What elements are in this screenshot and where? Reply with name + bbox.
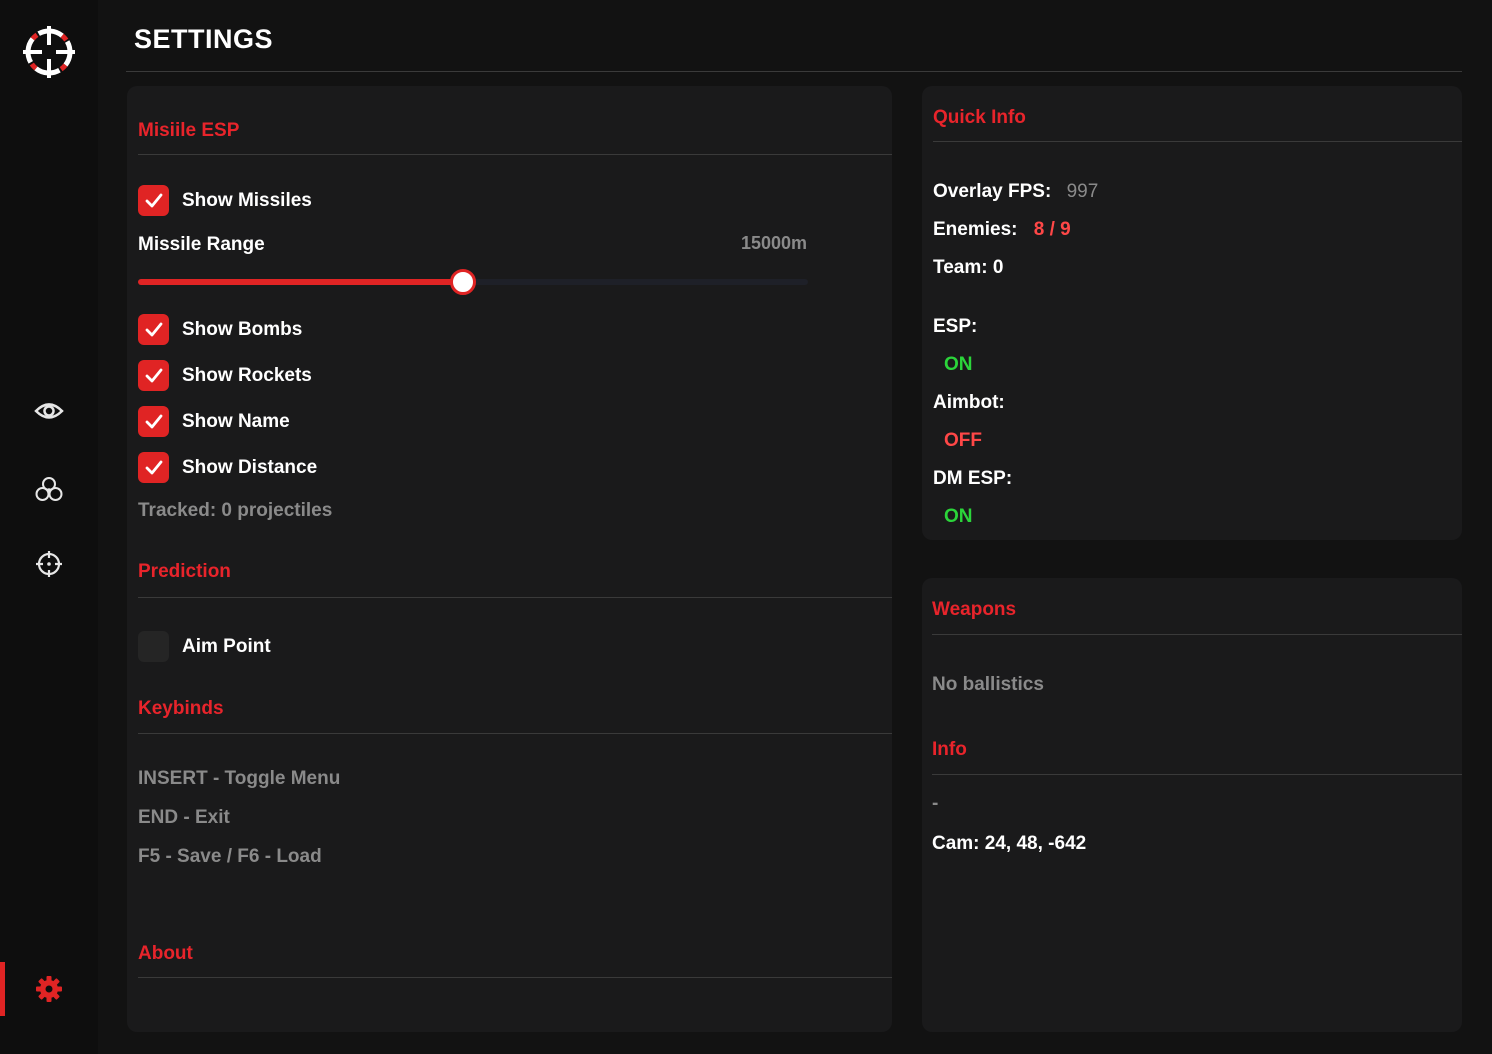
checkmark-icon — [145, 193, 162, 207]
checkmark-icon — [145, 322, 162, 336]
show-distance-checkbox[interactable]: Show Distance — [138, 452, 317, 483]
overlay-fps-row: Overlay FPS: 997 — [933, 181, 1098, 203]
fps-value: 997 — [1066, 181, 1099, 202]
aimbot-label: Aimbot: — [933, 392, 1005, 413]
divider — [932, 634, 1462, 635]
section-title-about: About — [138, 943, 193, 964]
quick-info-panel: Quick Info Overlay FPS: 997 Enemies: 8 /… — [922, 86, 1462, 540]
keybind-line: F5 - Save / F6 - Load — [138, 846, 322, 867]
team-value: Team: 0 — [933, 257, 1004, 278]
keybind-line: INSERT - Toggle Menu — [138, 768, 341, 789]
checkbox[interactable] — [138, 185, 169, 216]
aim-point-checkbox[interactable]: Aim Point — [138, 631, 271, 662]
checkbox[interactable] — [138, 406, 169, 437]
checkbox-label: Show Missiles — [182, 189, 312, 211]
info-dash: - — [932, 793, 939, 814]
checkbox-label: Show Distance — [182, 456, 318, 478]
checkbox-label: Show Bombs — [182, 318, 303, 340]
esp-status: ON — [944, 354, 973, 375]
checkbox-label: Show Name — [182, 410, 290, 432]
settings-panel: Misiile ESP Show Missiles Missile Range … — [127, 86, 892, 1032]
divider — [933, 141, 1462, 142]
eye-icon — [34, 400, 64, 422]
sidebar-item-aimbot[interactable] — [32, 547, 66, 581]
section-title-quick-info: Quick Info — [933, 107, 1026, 128]
section-title-info: Info — [932, 739, 967, 760]
section-title-prediction: Prediction — [138, 561, 231, 582]
sidebar-item-settings[interactable] — [32, 972, 66, 1006]
enemies-label: Enemies: — [933, 219, 1018, 240]
section-title-keybinds: Keybinds — [138, 698, 224, 719]
show-name-checkbox[interactable]: Show Name — [138, 406, 290, 437]
slider-fill — [138, 279, 463, 285]
enemies-value: 8 / 9 — [1033, 219, 1071, 240]
missile-range-value: 15000m — [740, 233, 807, 253]
section-title-weapons: Weapons — [932, 599, 1017, 620]
keybind-line: END - Exit — [138, 807, 230, 828]
sidebar-item-radar[interactable] — [32, 472, 66, 506]
missile-range-label: Missile Range — [138, 234, 265, 255]
checkmark-icon — [145, 368, 162, 382]
esp-label: ESP: — [933, 316, 978, 337]
tracked-count: Tracked: 0 projectiles — [138, 500, 333, 521]
section-title-missile-esp: Misiile ESP — [138, 120, 240, 141]
divider — [138, 733, 892, 734]
checkbox-label: Show Rockets — [182, 364, 312, 386]
page-title: SETTINGS — [134, 24, 274, 54]
show-rockets-checkbox[interactable]: Show Rockets — [138, 360, 312, 391]
weapons-panel: Weapons No ballistics Info - Cam: 24, 48… — [922, 578, 1462, 1032]
checkbox-label: Aim Point — [182, 635, 271, 657]
divider — [138, 977, 892, 978]
checkbox[interactable] — [138, 360, 169, 391]
dm-esp-label: DM ESP: — [933, 468, 1013, 489]
aimbot-status: OFF — [944, 430, 982, 451]
logo-crosshair-icon — [20, 23, 78, 81]
slider-thumb[interactable] — [449, 269, 476, 295]
checkmark-icon — [145, 414, 162, 428]
divider — [126, 71, 1462, 72]
radiation-icon — [35, 476, 63, 502]
gear-icon — [35, 975, 63, 1003]
show-missiles-checkbox[interactable]: Show Missiles — [138, 185, 312, 216]
missile-range-slider[interactable] — [138, 269, 808, 295]
weapons-text: No ballistics — [932, 674, 1044, 695]
checkbox[interactable] — [138, 452, 169, 483]
divider — [932, 774, 1462, 775]
sidebar — [0, 0, 98, 1054]
enemies-row: Enemies: 8 / 9 — [933, 219, 1071, 241]
checkmark-icon — [145, 460, 162, 474]
show-bombs-checkbox[interactable]: Show Bombs — [138, 314, 302, 345]
main-content: SETTINGS Misiile ESP Show Missiles Missi… — [98, 0, 1492, 1054]
checkbox[interactable] — [138, 631, 169, 662]
fps-label: Overlay FPS: — [933, 181, 1052, 202]
sidebar-item-visuals[interactable] — [32, 394, 66, 428]
crosshair-icon — [35, 550, 63, 578]
checkbox[interactable] — [138, 314, 169, 345]
divider — [138, 154, 892, 155]
active-indicator — [0, 962, 5, 1016]
divider — [138, 597, 892, 598]
dm-esp-status: ON — [944, 506, 973, 527]
camera-position: Cam: 24, 48, -642 — [932, 833, 1087, 854]
